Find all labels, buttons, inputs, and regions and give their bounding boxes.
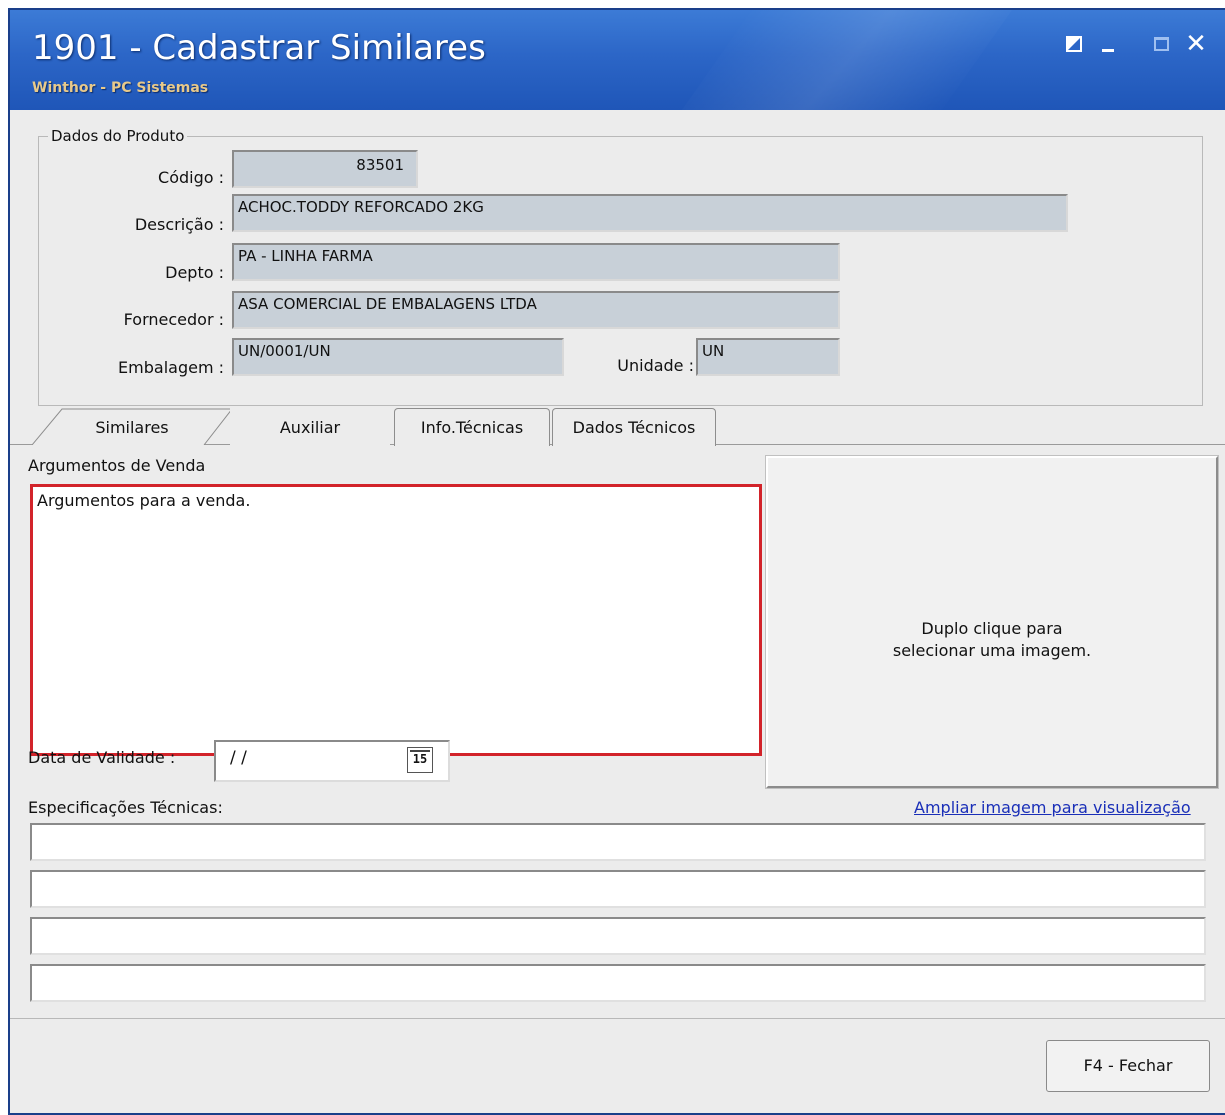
codigo-field[interactable]: 83501 (232, 150, 418, 188)
especificacao-field-1[interactable] (30, 823, 1206, 861)
fechar-button[interactable]: F4 - Fechar (1046, 1040, 1210, 1092)
tab-dados-tecnicos-label: Dados Técnicos (572, 418, 696, 437)
data-validade-label: Data de Validade : (28, 748, 176, 767)
embalagem-label: Embalagem : (118, 358, 224, 377)
window-title: 1901 - Cadastrar Similares (32, 28, 486, 68)
especificacao-field-4[interactable] (30, 964, 1206, 1002)
fornecedor-label: Fornecedor : (123, 310, 224, 329)
image-panel-hint: Duplo clique para selecionar uma imagem. (768, 618, 1216, 662)
tab-info-tecnicas-label: Info.Técnicas (420, 418, 524, 437)
depto-label: Depto : (165, 263, 224, 282)
image-hint-line1: Duplo clique para (921, 619, 1063, 638)
window-subtitle: Winthor - PC Sistemas (32, 80, 209, 96)
argumentos-label: Argumentos de Venda (28, 456, 206, 475)
calendar-icon[interactable]: 15 (407, 747, 433, 773)
restore-icon[interactable] (1062, 32, 1086, 56)
produto-group-legend: Dados do Produto (48, 127, 188, 145)
unidade-label: Unidade : (617, 356, 694, 375)
tab-dados-tecnicos[interactable]: Dados Técnicos (552, 408, 716, 446)
embalagem-field[interactable]: UN/0001/UN (232, 338, 564, 376)
image-panel[interactable]: Duplo clique para selecionar uma imagem. (765, 455, 1219, 789)
ampliar-imagem-link[interactable]: Ampliar imagem para visualização (914, 798, 1191, 817)
depto-field[interactable]: PA - LINHA FARMA (232, 243, 840, 281)
tab-similares[interactable]: Similares (32, 408, 232, 445)
tab-auxiliar[interactable]: Auxiliar (230, 406, 390, 446)
title-bar[interactable]: 1901 - Cadastrar Similares Winthor - PC … (10, 10, 1225, 110)
especificacao-field-3[interactable] (30, 917, 1206, 955)
fornecedor-field[interactable]: ASA COMERCIAL DE EMBALAGENS LTDA (232, 291, 840, 329)
app-window: 1901 - Cadastrar Similares Winthor - PC … (8, 8, 1225, 1115)
argumentos-textarea[interactable]: Argumentos para a venda. (30, 484, 762, 756)
title-bar-sheen (653, 10, 1027, 110)
tab-auxiliar-label: Auxiliar (279, 418, 341, 437)
especificacao-field-2[interactable] (30, 870, 1206, 908)
unidade-field[interactable]: UN (696, 338, 840, 376)
maximize-icon[interactable] (1150, 32, 1174, 56)
tab-info-tecnicas[interactable]: Info.Técnicas (394, 408, 550, 446)
codigo-label: Código : (158, 168, 224, 187)
especificacoes-label: Especificações Técnicas: (28, 798, 223, 817)
footer-divider (10, 1018, 1225, 1019)
close-icon[interactable]: ✕ (1184, 31, 1208, 57)
image-hint-line2: selecionar uma imagem. (892, 641, 1092, 660)
descricao-label: Descrição : (134, 215, 224, 234)
descricao-field[interactable]: ACHOC.TODDY REFORCADO 2KG (232, 194, 1068, 232)
tab-similares-label: Similares (95, 418, 169, 437)
minimize-icon[interactable] (1098, 32, 1122, 56)
